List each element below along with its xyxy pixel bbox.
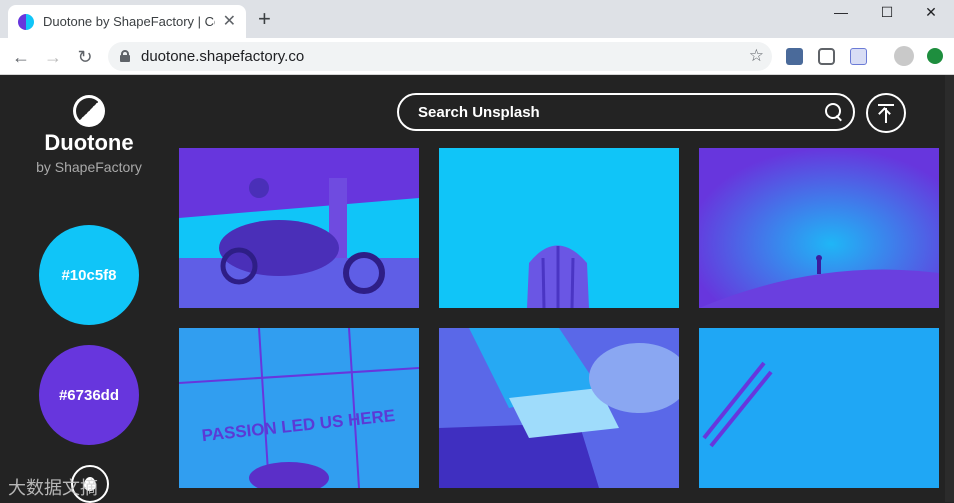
- brand-subtitle: by ShapeFactory: [36, 159, 142, 175]
- duotone-favicon-icon: [18, 13, 34, 30]
- browser-tab[interactable]: Duotone by ShapeFactory | Co ✕: [8, 5, 246, 38]
- extension-icon[interactable]: [850, 48, 867, 65]
- dark-color-swatch[interactable]: #6736dd: [39, 345, 139, 445]
- tab-close-icon[interactable]: ✕: [223, 13, 236, 30]
- close-window-button[interactable]: ✕: [908, 0, 954, 24]
- search-unsplash-input[interactable]: Search Unsplash: [397, 93, 855, 131]
- light-color-swatch[interactable]: #10c5f8: [39, 225, 139, 325]
- url-text: duotone.shapefactory.co: [141, 48, 305, 65]
- search-icon[interactable]: [825, 103, 843, 121]
- update-icon[interactable]: [927, 48, 943, 64]
- forward-icon[interactable]: →: [42, 46, 64, 68]
- light-color-label: #10c5f8: [61, 266, 117, 284]
- maximize-button[interactable]: ☐: [864, 0, 910, 24]
- address-bar[interactable]: duotone.shapefactory.co ☆: [108, 42, 772, 71]
- extension-icon[interactable]: [786, 48, 803, 65]
- scrollbar[interactable]: [945, 75, 954, 502]
- photo-night-sky[interactable]: [699, 148, 939, 308]
- tab-title: Duotone by ShapeFactory | Co: [43, 14, 215, 29]
- back-icon[interactable]: ←: [10, 46, 32, 68]
- duotone-logo-icon: [73, 95, 105, 127]
- upload-button[interactable]: [866, 93, 906, 133]
- brand-title: Duotone: [44, 130, 134, 155]
- new-tab-button[interactable]: +: [258, 8, 271, 30]
- pocket-icon[interactable]: [818, 48, 835, 65]
- minimize-button[interactable]: —: [818, 0, 864, 24]
- watermark: 大数据文摘: [8, 478, 98, 498]
- browser-tab-bar: Duotone by ShapeFactory | Co ✕ + — ☐ ✕: [0, 0, 954, 38]
- photo-laptop[interactable]: [439, 328, 679, 488]
- photo-passion[interactable]: PASSION LED US HERE: [179, 328, 419, 488]
- photo-pencils[interactable]: [699, 328, 939, 488]
- bookmark-star-icon[interactable]: ☆: [749, 46, 764, 66]
- photo-motorcycle[interactable]: [179, 148, 419, 308]
- dark-color-label: #6736dd: [58, 386, 120, 404]
- photo-cactus[interactable]: [439, 148, 679, 308]
- profile-avatar[interactable]: [894, 46, 914, 66]
- browser-toolbar: ← → ↻ duotone.shapefactory.co ☆: [0, 38, 954, 75]
- lock-icon: [120, 50, 130, 62]
- search-placeholder: Search Unsplash: [418, 104, 540, 121]
- reload-icon[interactable]: ↻: [74, 46, 96, 68]
- duotone-app: Duotone by ShapeFactory #10c5f8 #6736dd …: [0, 75, 954, 503]
